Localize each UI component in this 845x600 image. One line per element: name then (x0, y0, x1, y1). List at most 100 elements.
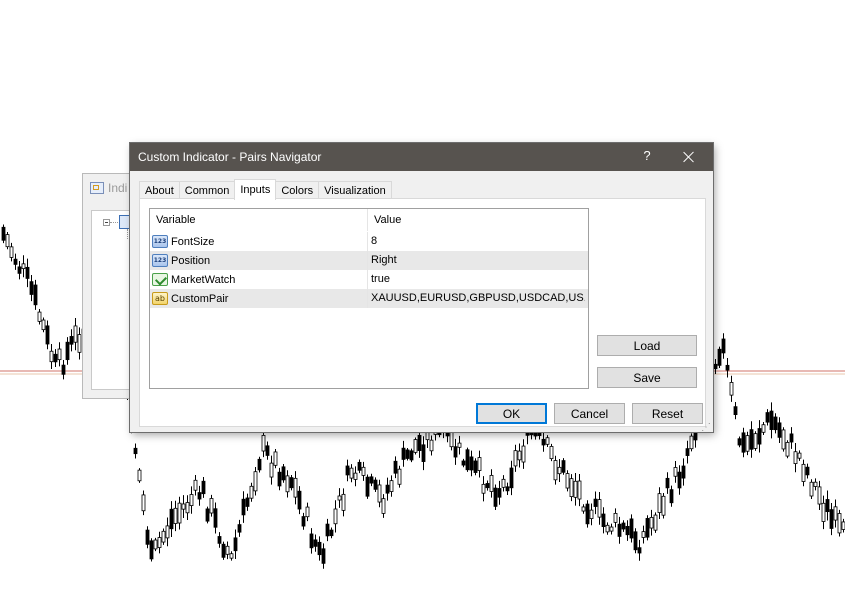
candle (497, 480, 502, 505)
indicator-icon (90, 182, 104, 194)
table-row[interactable]: 123 FontSize 8 (150, 232, 588, 251)
candle (717, 346, 722, 369)
candle (145, 526, 150, 549)
variable-name: FontSize (171, 235, 215, 248)
candle (41, 317, 46, 333)
column-header-value[interactable]: Value (374, 214, 401, 226)
value-cell[interactable]: 8 (371, 235, 585, 247)
candle (277, 467, 282, 491)
candle (521, 439, 526, 469)
candle (289, 474, 294, 491)
candle (633, 528, 638, 554)
candle (305, 502, 310, 522)
candle (361, 461, 366, 481)
candle (293, 471, 298, 505)
column-header-variable[interactable]: Variable (156, 214, 196, 226)
table-row[interactable]: MarketWatch true (150, 270, 588, 289)
candle (257, 456, 262, 473)
candle (725, 357, 730, 378)
candle (637, 539, 642, 561)
background-window-title: Indi (90, 180, 127, 196)
candle (281, 463, 286, 483)
candle (189, 486, 194, 514)
candle (649, 509, 654, 536)
candle (365, 474, 370, 499)
collapse-icon[interactable] (103, 219, 110, 226)
candle (25, 258, 30, 288)
candle (509, 460, 514, 496)
column-divider (367, 251, 368, 270)
table-header: Variable Value (150, 209, 588, 231)
candle (385, 477, 390, 501)
candle (781, 427, 786, 452)
column-divider[interactable] (367, 209, 368, 231)
table-row[interactable]: 123 Position Right (150, 251, 588, 270)
candle (137, 468, 142, 483)
candle (357, 459, 362, 474)
candle (541, 432, 546, 452)
candle (45, 320, 50, 350)
ok-button[interactable]: OK (476, 403, 547, 424)
inputs-table: Variable Value 123 FontSize 8 123 Positi… (149, 208, 589, 389)
candle (333, 500, 338, 533)
tree-connector (127, 229, 128, 239)
tab-about[interactable]: About (139, 181, 180, 199)
candle (565, 470, 570, 492)
candle (221, 541, 226, 560)
candle (177, 496, 182, 530)
candle (57, 342, 62, 367)
reset-button[interactable]: Reset (632, 403, 703, 424)
candle (149, 538, 154, 562)
candle (141, 490, 146, 516)
candle (157, 531, 162, 554)
variable-cell: ab CustomPair (152, 291, 228, 306)
candle (481, 476, 486, 502)
candle (605, 522, 610, 535)
candle (33, 279, 38, 310)
candle (801, 459, 806, 487)
candle (737, 436, 742, 448)
candle (757, 420, 762, 453)
candle (465, 447, 470, 472)
candle (309, 528, 314, 554)
candle (381, 494, 386, 518)
load-button[interactable]: Load (597, 335, 697, 356)
resize-grip-icon[interactable] (701, 422, 711, 433)
value-cell[interactable]: Right (371, 254, 585, 266)
save-button[interactable]: Save (597, 367, 697, 388)
candle (625, 520, 630, 541)
candle (237, 519, 242, 537)
candle (713, 359, 718, 374)
table-row[interactable]: ab CustomPair XAUUSD,EURUSD,GBPUSD,USDCA… (150, 289, 588, 308)
cancel-button[interactable]: Cancel (554, 403, 625, 424)
candle (285, 470, 290, 498)
variable-name: MarketWatch (171, 273, 236, 286)
candle (569, 474, 574, 502)
candle (201, 477, 206, 498)
candle (349, 464, 354, 483)
candle (241, 491, 246, 523)
tree-connector (110, 222, 118, 223)
tab-inputs[interactable]: Inputs (234, 179, 277, 200)
candle (165, 517, 170, 547)
candle (69, 329, 74, 352)
candle (765, 409, 770, 426)
value-cell[interactable]: true (371, 273, 585, 285)
candle (429, 435, 434, 456)
value-cell[interactable]: XAUUSD,EURUSD,GBPUSD,USDCAD,US... (371, 292, 585, 304)
tab-colors[interactable]: Colors (275, 181, 320, 199)
close-icon[interactable] (679, 147, 699, 167)
help-button[interactable]: ? (639, 148, 655, 163)
candle (133, 443, 138, 459)
candle (469, 450, 474, 477)
dialog-titlebar[interactable]: Custom Indicator - Pairs Navigator ? (130, 143, 713, 171)
candle (353, 466, 358, 487)
candle (461, 458, 466, 468)
tab-common[interactable]: Common (178, 181, 236, 199)
candle (181, 495, 186, 518)
candle (585, 500, 590, 528)
candle (733, 402, 738, 420)
tab-visualization[interactable]: Visualization (318, 181, 392, 199)
candle (345, 459, 350, 482)
candle (665, 472, 670, 494)
